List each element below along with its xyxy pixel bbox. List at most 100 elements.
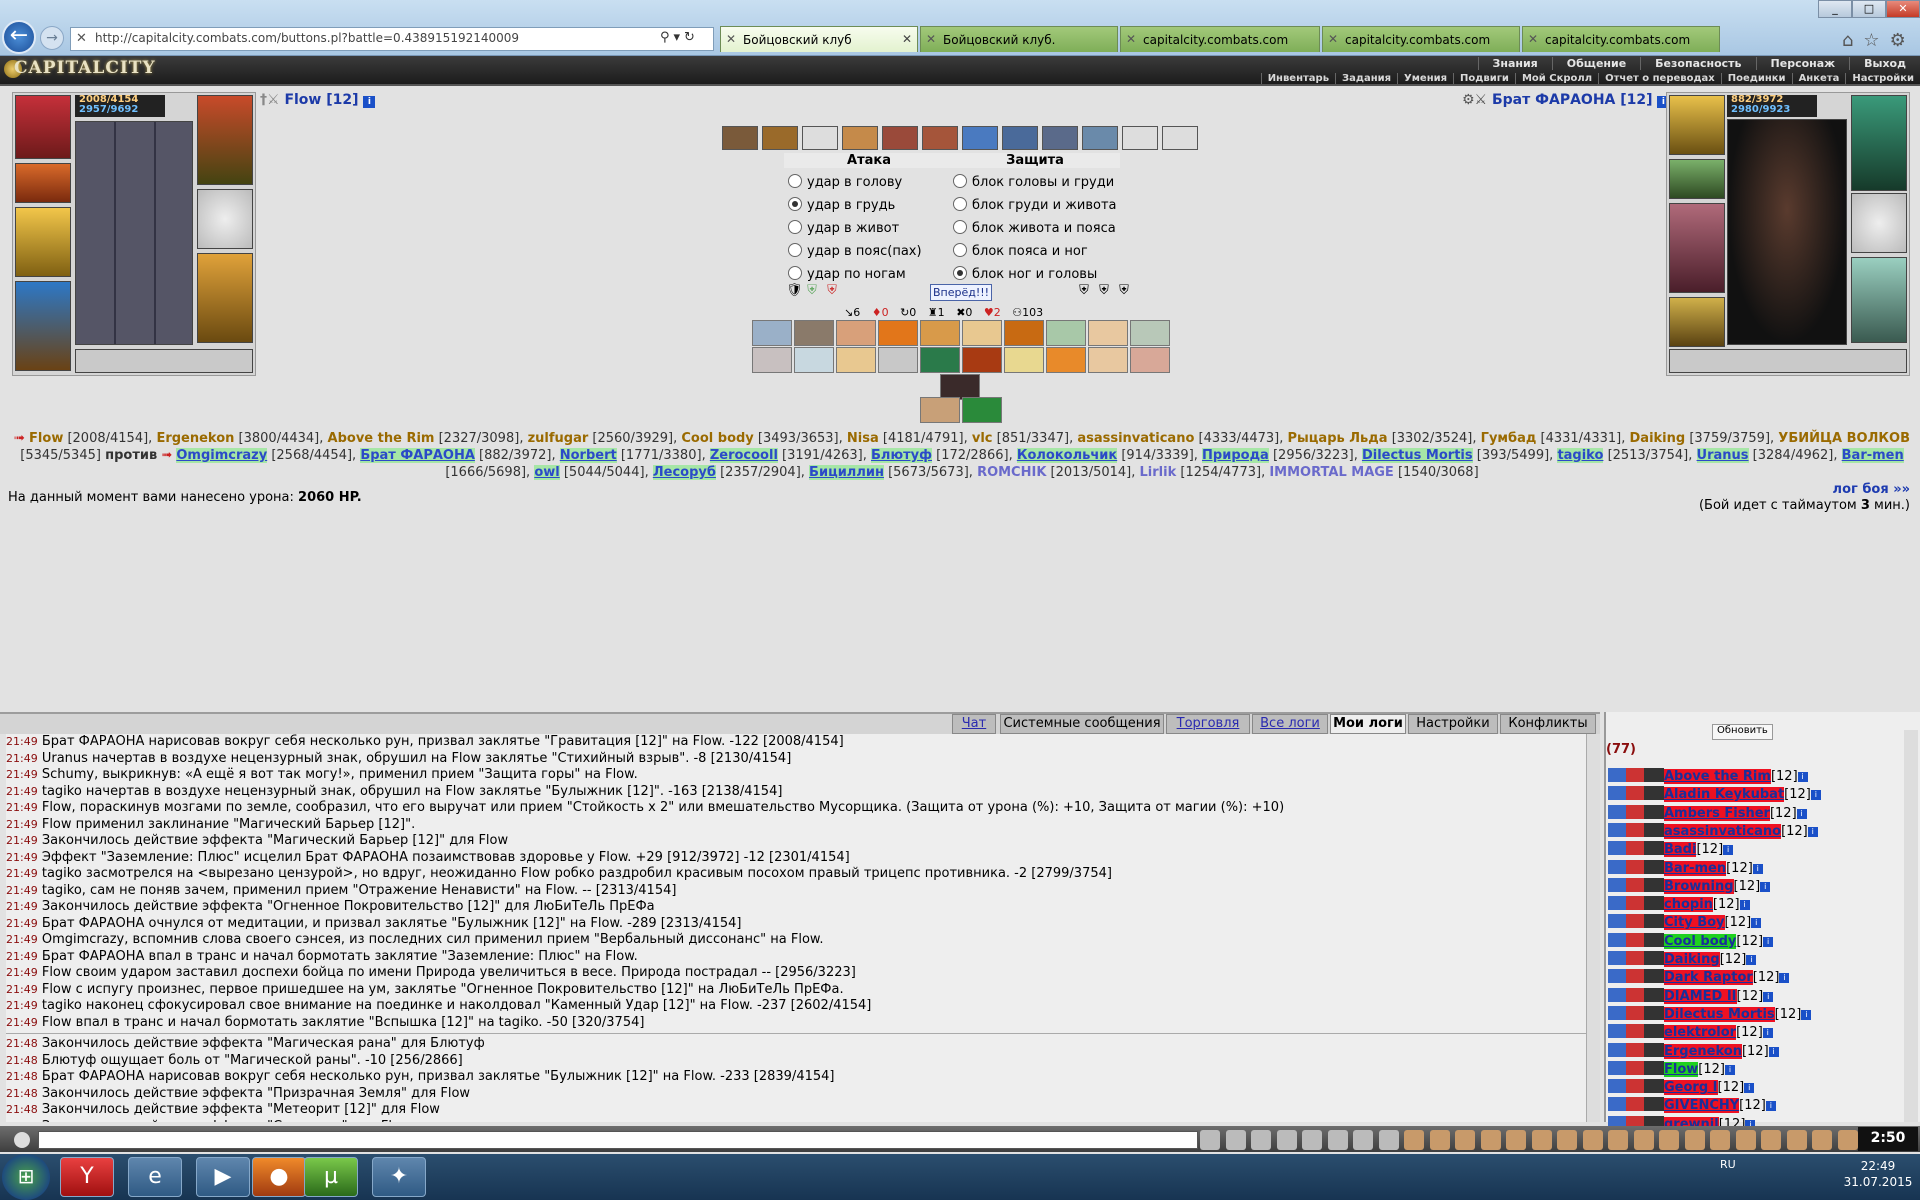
info-icon[interactable]: i: [1752, 863, 1763, 874]
submenu-item[interactable]: Мой Скролл: [1514, 73, 1598, 84]
team2-fighter[interactable]: Norbert: [559, 448, 617, 463]
online-user[interactable]: GIVENCHY[12] i: [1608, 1097, 1776, 1114]
trick-slot[interactable]: [922, 126, 958, 150]
online-user[interactable]: Above the Rim[12] i: [1608, 768, 1808, 784]
right-character-name[interactable]: ⚙⚔ Брат ФАРАОНА [12] i: [1462, 92, 1670, 108]
info-icon[interactable]: i: [1797, 772, 1808, 782]
team2-fighter[interactable]: Dilectus Mortis: [1361, 448, 1473, 463]
shield-icon[interactable]: ⛨: [1116, 283, 1132, 301]
team2-fighter[interactable]: Колокольчик: [1016, 448, 1118, 463]
shield-icon[interactable]: ⛨: [1076, 283, 1092, 301]
attack-chest-option[interactable]: удар в грудь: [788, 197, 895, 217]
firefox-icon[interactable]: ●: [252, 1157, 306, 1197]
info-icon[interactable]: i: [1807, 826, 1818, 837]
info-icon[interactable]: i: [1801, 1009, 1812, 1020]
user-name[interactable]: elektrolor: [1664, 1025, 1737, 1041]
effect-icon[interactable]: [878, 320, 918, 346]
effect-icon[interactable]: [836, 320, 876, 346]
team2-fighter[interactable]: Zerocooll: [709, 448, 778, 463]
trick-slot[interactable]: [1082, 126, 1118, 150]
online-user[interactable]: Ergenekon[12] i: [1608, 1042, 1779, 1059]
trick-slot[interactable]: [1162, 126, 1198, 150]
utorrent-icon[interactable]: µ: [304, 1157, 358, 1197]
toolbar-icon[interactable]: [1786, 1130, 1807, 1150]
trick-slot[interactable]: [1042, 126, 1078, 150]
submenu-item[interactable]: Инвентарь: [1260, 73, 1335, 84]
toolbar-icon[interactable]: [1608, 1130, 1628, 1150]
user-name[interactable]: Flow: [1664, 1061, 1699, 1077]
menu-item[interactable]: Знания: [1477, 57, 1552, 70]
radio-attack-3[interactable]: [788, 243, 802, 257]
team1-fighter[interactable]: vlc: [972, 431, 993, 446]
tab-chat[interactable]: Чат: [952, 714, 996, 734]
effect-icon[interactable]: [1046, 320, 1086, 346]
info-icon[interactable]: i: [1768, 1046, 1779, 1057]
team2-fighter[interactable]: Природа: [1202, 448, 1269, 463]
radio-attack-0[interactable]: [788, 174, 802, 188]
toolbar-icon[interactable]: [1404, 1130, 1424, 1150]
user-name[interactable]: chopin: [1664, 897, 1713, 913]
toolbar-icon[interactable]: [1633, 1130, 1654, 1150]
trick-slot[interactable]: [962, 126, 998, 150]
effect-icon[interactable]: [878, 347, 918, 373]
effect-icon[interactable]: [1004, 320, 1044, 346]
shield-slot[interactable]: [197, 189, 253, 249]
effect-icon[interactable]: [1088, 347, 1128, 373]
team1-fighter[interactable]: Above the Rim: [328, 431, 435, 446]
effect-icon[interactable]: [920, 397, 960, 423]
user-name[interactable]: asassinvaticano: [1664, 823, 1782, 839]
effect-icon[interactable]: [1130, 320, 1170, 346]
user-name[interactable]: Ergenekon: [1664, 1043, 1742, 1059]
refresh-button[interactable]: Обновить: [1712, 724, 1773, 740]
boots-slot[interactable]: [197, 253, 253, 343]
forward-button[interactable]: →: [40, 26, 64, 50]
tab-all-logs[interactable]: Все логи: [1252, 714, 1328, 734]
info-icon[interactable]: i: [1723, 845, 1734, 856]
ring-slots[interactable]: [1851, 95, 1907, 191]
online-user[interactable]: Dilectus Mortis[12] i: [1608, 1005, 1812, 1022]
info-icon[interactable]: i: [1796, 808, 1807, 819]
shield-icon[interactable]: ⛨: [824, 283, 840, 301]
online-list-scrollbar[interactable]: [1904, 730, 1918, 1122]
user-name[interactable]: DIAMED II: [1664, 988, 1737, 1004]
info-icon[interactable]: i: [1751, 918, 1762, 929]
info-icon[interactable]: i: [1763, 991, 1774, 1002]
boots-slot[interactable]: [1851, 257, 1907, 343]
defense-option[interactable]: блок живота и пояса: [953, 220, 1116, 240]
effect-icon[interactable]: [1004, 347, 1044, 373]
online-user[interactable]: Browning[12] i: [1608, 877, 1771, 894]
chat-input[interactable]: [38, 1131, 1198, 1149]
toolbar-icon[interactable]: [1812, 1130, 1832, 1150]
online-user[interactable]: Aladin Keykubat[12] i: [1608, 786, 1821, 803]
info-icon[interactable]: i: [1779, 973, 1790, 984]
team2-fighter[interactable]: Блютуф: [871, 448, 932, 463]
spell-slots[interactable]: [75, 121, 193, 345]
toolbar-icon[interactable]: [1480, 1130, 1501, 1150]
toolbar-icon[interactable]: [1735, 1130, 1756, 1150]
trick-slot[interactable]: [762, 126, 798, 150]
address-bar[interactable]: http://capitalcity.combats.com/buttons.p…: [70, 27, 714, 51]
user-name[interactable]: Above the Rim: [1664, 769, 1771, 784]
effect-icon[interactable]: [794, 347, 834, 373]
team1-fighter[interactable]: Flow: [29, 431, 63, 446]
user-name[interactable]: GIVENCHY: [1664, 1098, 1740, 1114]
team1-fighter[interactable]: Рыцарь Льда: [1288, 431, 1388, 446]
info-icon[interactable]: i: [1739, 900, 1750, 911]
weapon-slot[interactable]: [15, 207, 71, 277]
online-user[interactable]: Flow[12] i: [1608, 1060, 1735, 1077]
menu-item[interactable]: Персонаж: [1755, 57, 1850, 70]
ring-slots[interactable]: [197, 95, 253, 185]
attack-groin-option[interactable]: удар в пояс(пах): [788, 243, 922, 263]
belt-slots[interactable]: [1669, 349, 1907, 373]
address-tools[interactable]: ⚲▾↻: [660, 30, 699, 45]
app-icon[interactable]: ✦: [372, 1157, 426, 1197]
info-icon[interactable]: i: [363, 96, 376, 108]
tab-2[interactable]: ✕ Бойцовский клуб.: [920, 26, 1118, 52]
submenu-item[interactable]: Настройки: [1845, 73, 1920, 84]
team2-fighter[interactable]: Lirlik: [1140, 465, 1177, 480]
media-player-icon[interactable]: ▶: [196, 1157, 250, 1197]
shield-icon[interactable]: ⛨: [1096, 283, 1112, 301]
tab-1[interactable]: ✕ Бойцовский клуб ✕: [720, 26, 918, 52]
toolbar-icon[interactable]: [1378, 1130, 1399, 1150]
online-user[interactable]: elektrolor[12] i: [1608, 1024, 1773, 1041]
